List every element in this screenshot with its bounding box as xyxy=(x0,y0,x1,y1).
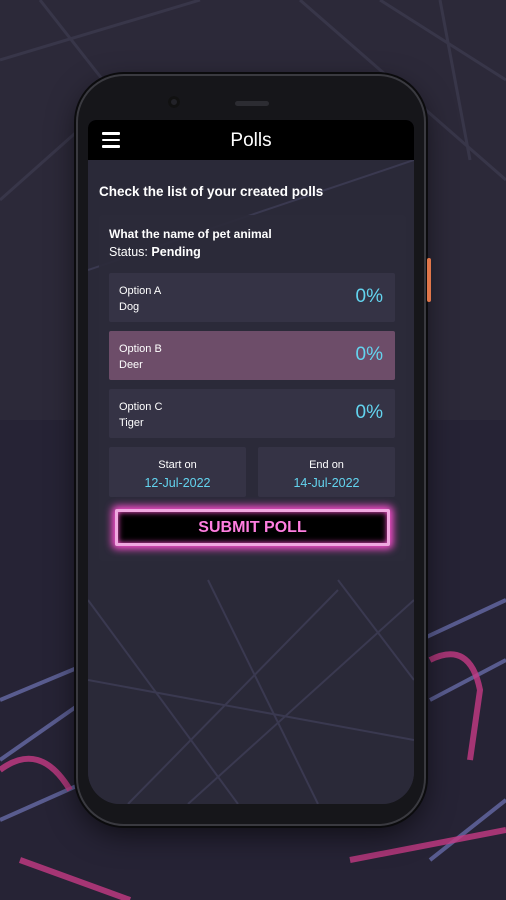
poll-option-b[interactable]: Option B Deer 0% xyxy=(109,331,395,380)
start-date-box: Start on 12-Jul-2022 xyxy=(109,447,246,497)
status-label: Status: xyxy=(109,245,148,259)
option-label: Option C xyxy=(119,401,163,413)
poll-option-c[interactable]: Option C Tiger 0% xyxy=(109,389,395,438)
speaker-grille xyxy=(235,101,269,106)
page-title: Polls xyxy=(230,130,272,151)
option-label: Option A xyxy=(119,285,162,297)
phone-frame: Polls Check the list of your created pol… xyxy=(78,76,424,824)
end-date-box: End on 14-Jul-2022 xyxy=(258,447,395,497)
end-date-label: End on xyxy=(309,459,344,471)
app-screen: Polls Check the list of your created pol… xyxy=(88,120,414,804)
option-percent: 0% xyxy=(355,402,383,423)
start-date-value: 12-Jul-2022 xyxy=(144,476,211,490)
start-date-label: Start on xyxy=(158,459,197,471)
option-value: Deer xyxy=(119,359,143,371)
submit-poll-button[interactable]: SUBMIT POLL xyxy=(115,509,390,546)
poll-card: What the name of pet animal Status: Pend… xyxy=(99,215,406,561)
option-label: Option B xyxy=(119,343,162,355)
section-heading: Check the list of your created polls xyxy=(99,184,324,199)
option-value: Tiger xyxy=(119,417,144,429)
poll-question: What the name of pet animal xyxy=(109,227,272,241)
poll-status: Status: Pending xyxy=(109,245,201,259)
option-percent: 0% xyxy=(355,344,383,365)
poll-option-a[interactable]: Option A Dog 0% xyxy=(109,273,395,322)
end-date-value: 14-Jul-2022 xyxy=(293,476,360,490)
status-badge: Pending xyxy=(151,245,201,259)
camera-icon xyxy=(168,96,180,108)
phone-side-button xyxy=(427,258,431,302)
option-percent: 0% xyxy=(355,286,383,307)
app-bar: Polls xyxy=(88,120,414,160)
option-value: Dog xyxy=(119,301,140,313)
